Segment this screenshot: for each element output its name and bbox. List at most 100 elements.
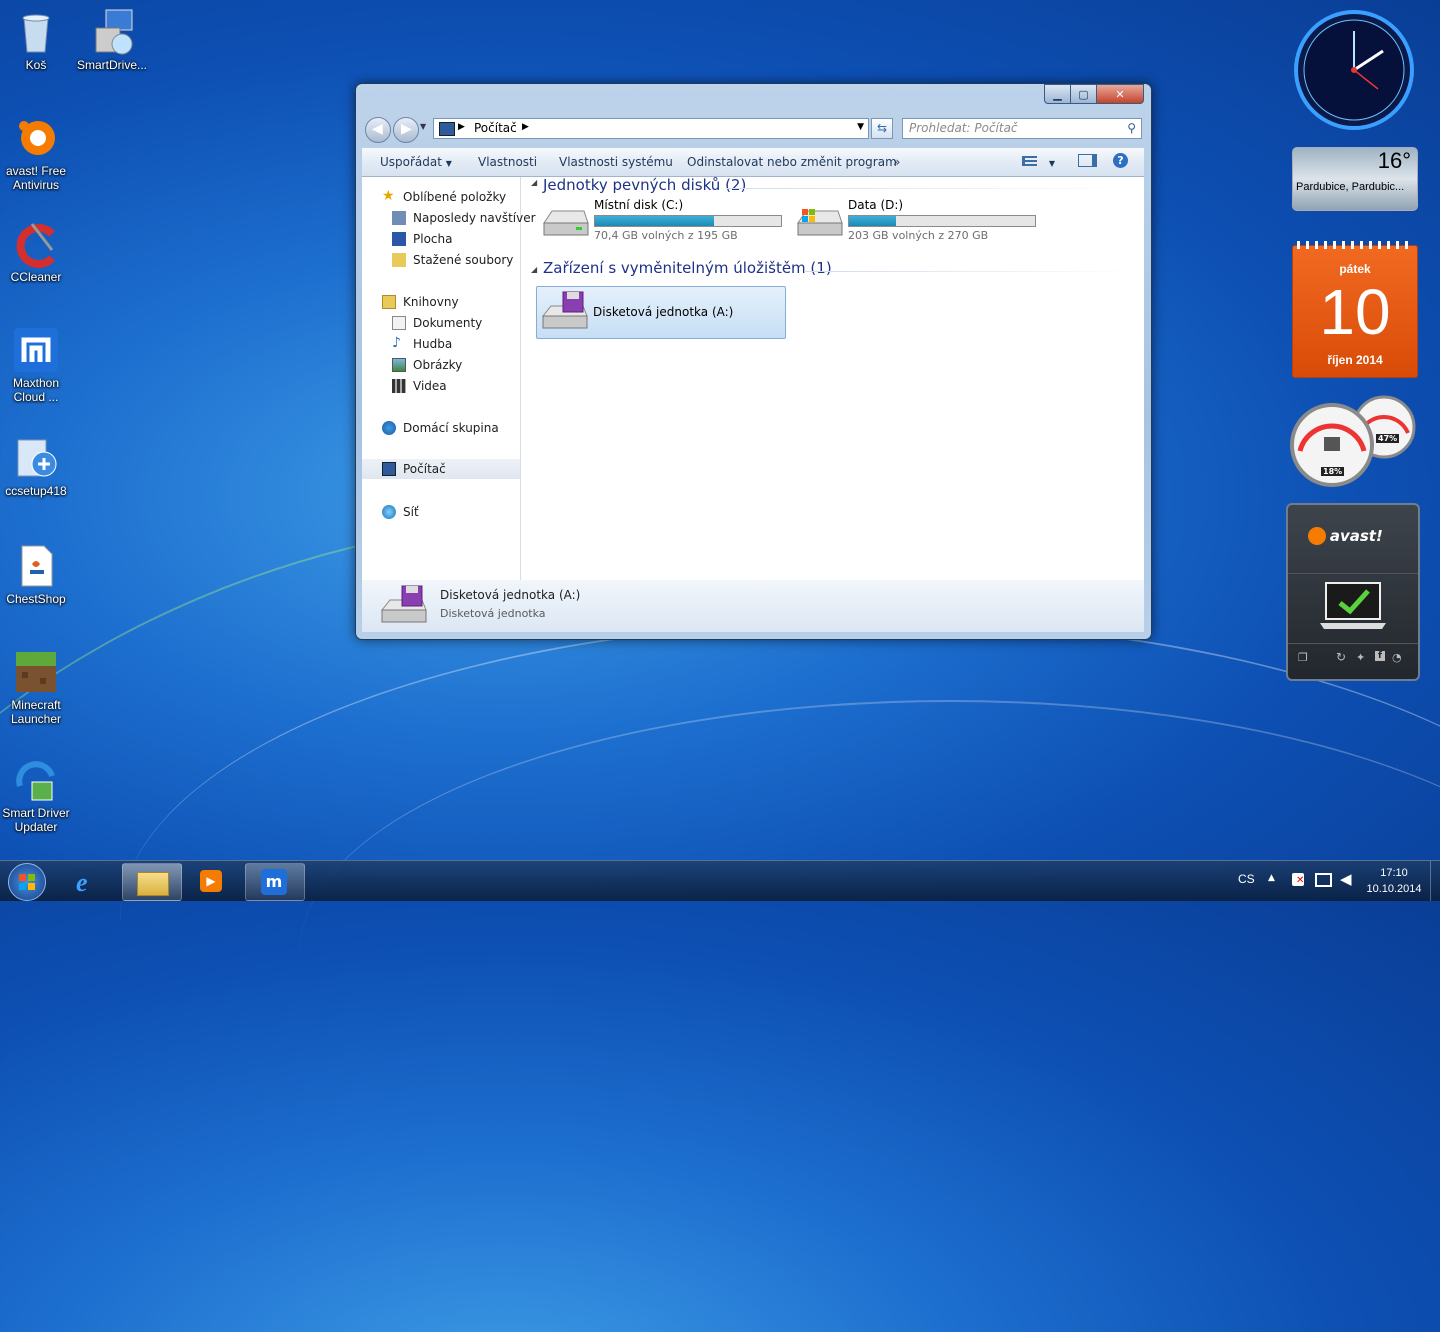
- cpu-meter-gadget[interactable]: 18% 47%: [1290, 393, 1416, 487]
- desktop-icon-chestshop[interactable]: ChestShop: [0, 542, 72, 606]
- nav-desktop[interactable]: Plocha: [362, 229, 520, 249]
- refresh-icon: ⇆: [876, 121, 888, 135]
- command-bar: Uspořádat ▼ Vlastnosti Vlastnosti systém…: [362, 148, 1144, 177]
- preview-pane-button[interactable]: [1078, 154, 1097, 170]
- close-button[interactable]: ✕: [1096, 84, 1144, 104]
- libraries-icon: [382, 295, 396, 309]
- internet-explorer-icon: e: [76, 868, 88, 897]
- address-dropdown-icon[interactable]: ▼: [857, 122, 864, 132]
- installer-icon: [88, 8, 136, 56]
- homegroup-icon: [382, 421, 396, 435]
- preview-pane-icon: [1078, 154, 1097, 167]
- desktop-icon-minecraft[interactable]: Minecraft Launcher: [0, 648, 72, 726]
- facebook-icon[interactable]: f: [1375, 651, 1385, 661]
- nav-computer[interactable]: Počítač: [362, 459, 520, 479]
- clock-gadget[interactable]: [1293, 9, 1415, 131]
- show-hidden-icons-button[interactable]: ▲: [1268, 873, 1275, 883]
- help-button[interactable]: ?: [1113, 153, 1128, 168]
- nav-network[interactable]: Síť: [362, 502, 520, 522]
- star-icon: ★: [382, 188, 395, 204]
- avast-refresh-icon[interactable]: ↻: [1336, 650, 1346, 664]
- desktop-icon-ccleaner[interactable]: CCleaner: [0, 220, 72, 284]
- uninstall-button[interactable]: Odinstalovat nebo změnit program: [687, 155, 897, 169]
- desktop-icon: [392, 232, 406, 246]
- nav-pictures[interactable]: Obrázky: [362, 355, 520, 375]
- nav-documents[interactable]: Dokumenty: [362, 313, 520, 333]
- computer-icon: [382, 462, 396, 476]
- nav-music[interactable]: ♪ Hudba: [362, 334, 520, 354]
- folder-icon: [137, 872, 169, 896]
- taskbar-internet-explorer[interactable]: e: [61, 863, 121, 901]
- analog-clock-icon: [1294, 10, 1414, 130]
- ram-usage: 47%: [1376, 434, 1400, 443]
- weather-location: Pardubice, Pardubic...: [1296, 181, 1405, 193]
- nav-recent-places[interactable]: Naposledy navštíver: [362, 208, 536, 228]
- maxthon-icon: m: [261, 869, 287, 895]
- driver-updater-icon: [12, 756, 60, 804]
- search-input[interactable]: Prohledat: Počítač ⚲: [902, 118, 1142, 139]
- recent-pages-dropdown[interactable]: ▼: [420, 122, 426, 131]
- start-button[interactable]: [8, 863, 46, 901]
- desktop-icon-avast[interactable]: avast! Free Antivirus: [0, 114, 72, 192]
- desktop-icon-maxthon[interactable]: Maxthon Cloud ...: [0, 326, 72, 404]
- avast-open-icon[interactable]: ❐: [1298, 651, 1308, 664]
- desktop-icon-smart-driver-updater[interactable]: Smart Driver Updater: [0, 756, 72, 834]
- refresh-button[interactable]: ⇆: [871, 118, 893, 139]
- collapse-arrow-icon: ◢: [531, 178, 538, 187]
- drive-item-d[interactable]: Data (D:) 203 GB volných z 270 GB: [790, 195, 1040, 247]
- forward-button[interactable]: ▶: [393, 117, 419, 143]
- drive-name: Data (D:): [848, 198, 904, 212]
- weather-gadget[interactable]: 16° Pardubice, Pardubic...: [1292, 147, 1418, 211]
- desktop-icon-recycle-bin[interactable]: Koš: [0, 8, 72, 72]
- group-divider: [804, 271, 1136, 272]
- calendar-gadget[interactable]: pátek 10 říjen 2014: [1292, 241, 1418, 378]
- drive-free-space: 203 GB volných z 270 GB: [848, 229, 989, 242]
- language-indicator[interactable]: CS: [1238, 872, 1255, 886]
- minimize-button[interactable]: ▁: [1044, 84, 1071, 104]
- address-bar[interactable]: ▶ Počítač ▶ ▼: [433, 118, 869, 139]
- desktop-icon-label: CCleaner: [10, 270, 62, 284]
- more-commands-button[interactable]: »: [893, 155, 900, 169]
- taskbar: e ▶ m CS ▲ ✕ ◀ 17:10 10.10.2014: [0, 860, 1440, 901]
- desktop-icon-smartdrive[interactable]: SmartDrive...: [76, 8, 148, 72]
- organize-button[interactable]: Uspořádat ▼: [380, 155, 452, 169]
- rss-icon[interactable]: ◔: [1392, 651, 1402, 664]
- properties-button[interactable]: Vlastnosti: [478, 155, 537, 169]
- drive-usage-fill: [849, 216, 896, 226]
- action-center-icon[interactable]: ✕: [1292, 873, 1304, 886]
- desktop-icon-label: Minecraft Launcher: [10, 698, 62, 726]
- network-tray-icon[interactable]: [1315, 873, 1332, 887]
- media-player-icon: ▶: [200, 870, 222, 892]
- desktop-icon-label: ccsetup418: [5, 484, 67, 498]
- avast-icon: [12, 114, 60, 162]
- maximize-button[interactable]: ▢: [1070, 84, 1097, 104]
- navigation-pane: ★ Oblíbené položky Naposledy navštíver P…: [362, 177, 536, 580]
- system-properties-button[interactable]: Vlastnosti systému: [559, 155, 673, 169]
- breadcrumb-computer[interactable]: Počítač: [474, 121, 517, 135]
- nav-favorites[interactable]: ★ Oblíbené položky: [362, 187, 520, 207]
- avast-gadget[interactable]: avast! ❐ ↻ ✦ f ◔: [1286, 503, 1420, 681]
- nav-downloads[interactable]: Stažené soubory: [362, 250, 520, 270]
- volume-icon[interactable]: ◀: [1340, 870, 1352, 888]
- nav-videos[interactable]: Videa: [362, 376, 520, 396]
- drive-item-c[interactable]: Místní disk (C:) 70,4 GB volných z 195 G…: [536, 195, 786, 247]
- taskbar-windows-explorer[interactable]: [122, 863, 182, 901]
- laptop-check-icon: [1320, 582, 1386, 629]
- taskbar-media-player[interactable]: ▶: [183, 863, 243, 901]
- drive-item-floppy-a[interactable]: Disketová jednotka (A:): [536, 286, 786, 339]
- show-desktop-button[interactable]: [1430, 861, 1440, 901]
- drive-usage-bar: [594, 215, 782, 227]
- nav-libraries[interactable]: Knihovny: [362, 292, 520, 312]
- floppy-drive-icon: [380, 585, 427, 623]
- calendar-day-number: 10: [1319, 276, 1391, 348]
- drive-usage-fill: [595, 216, 715, 226]
- chevron-right-icon: ▶: [458, 122, 465, 132]
- taskbar-maxthon[interactable]: m: [245, 863, 305, 901]
- twitter-icon[interactable]: ✦: [1356, 651, 1365, 664]
- view-options-button[interactable]: ▼: [1022, 155, 1055, 169]
- nav-homegroup[interactable]: Domácí skupina: [362, 418, 520, 438]
- collapse-arrow-icon: ◢: [531, 265, 538, 274]
- desktop-icon-ccsetup[interactable]: ccsetup418: [0, 434, 72, 498]
- back-button[interactable]: ◀: [365, 117, 391, 143]
- clock-tray[interactable]: 17:10 10.10.2014: [1362, 865, 1426, 897]
